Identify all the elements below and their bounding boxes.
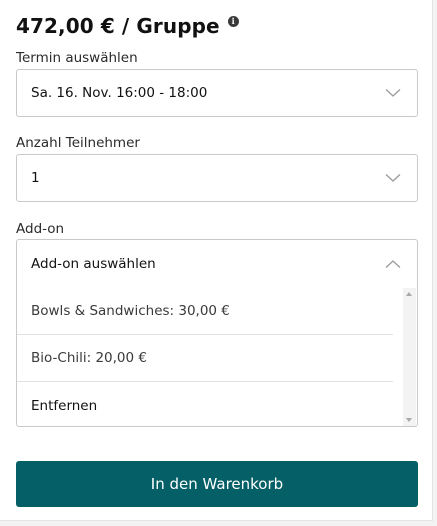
addon-select-value: Add-on auswählen [31,256,156,272]
scroll-up-arrow-icon[interactable] [406,292,412,296]
add-to-cart-button[interactable]: In den Warenkorb [16,461,418,507]
chevron-down-icon [385,174,401,182]
date-select-label: Termin auswählen [16,50,138,66]
addon-options-list: Bowls & Sandwiches: 30,00 € Bio-Chili: 2… [17,288,403,427]
info-icon[interactable]: i [227,15,239,27]
addon-option-remove[interactable]: Entfernen [17,382,393,429]
price-per-group: 472,00 € / Gruppe [16,14,220,38]
addon-dropdown: Add-on auswählen Bowls & Sandwiches: 30,… [16,239,418,427]
date-select-value: Sa. 16. Nov. 16:00 - 18:00 [31,85,208,101]
addon-option-bowls-sandwiches[interactable]: Bowls & Sandwiches: 30,00 € [17,288,393,335]
participants-select-value: 1 [31,170,40,186]
participants-select-label: Anzahl Teilnehmer [16,135,140,151]
addon-select[interactable]: Add-on auswählen [17,240,417,288]
addon-select-label: Add-on [16,221,65,237]
price-row: 472,00 € / Gruppe i [16,14,239,38]
scrollbar-thumb[interactable] [406,301,413,411]
chevron-up-icon [385,260,401,268]
addon-option-bio-chili[interactable]: Bio-Chili: 20,00 € [17,335,393,382]
date-select[interactable]: Sa. 16. Nov. 16:00 - 18:00 [16,69,418,117]
addon-list-scrollbar[interactable] [403,288,416,426]
scroll-down-arrow-icon[interactable] [406,418,412,422]
chevron-down-icon [385,89,401,97]
booking-card: 472,00 € / Gruppe i Termin auswählen Sa.… [0,0,433,521]
participants-select[interactable]: 1 [16,154,418,202]
